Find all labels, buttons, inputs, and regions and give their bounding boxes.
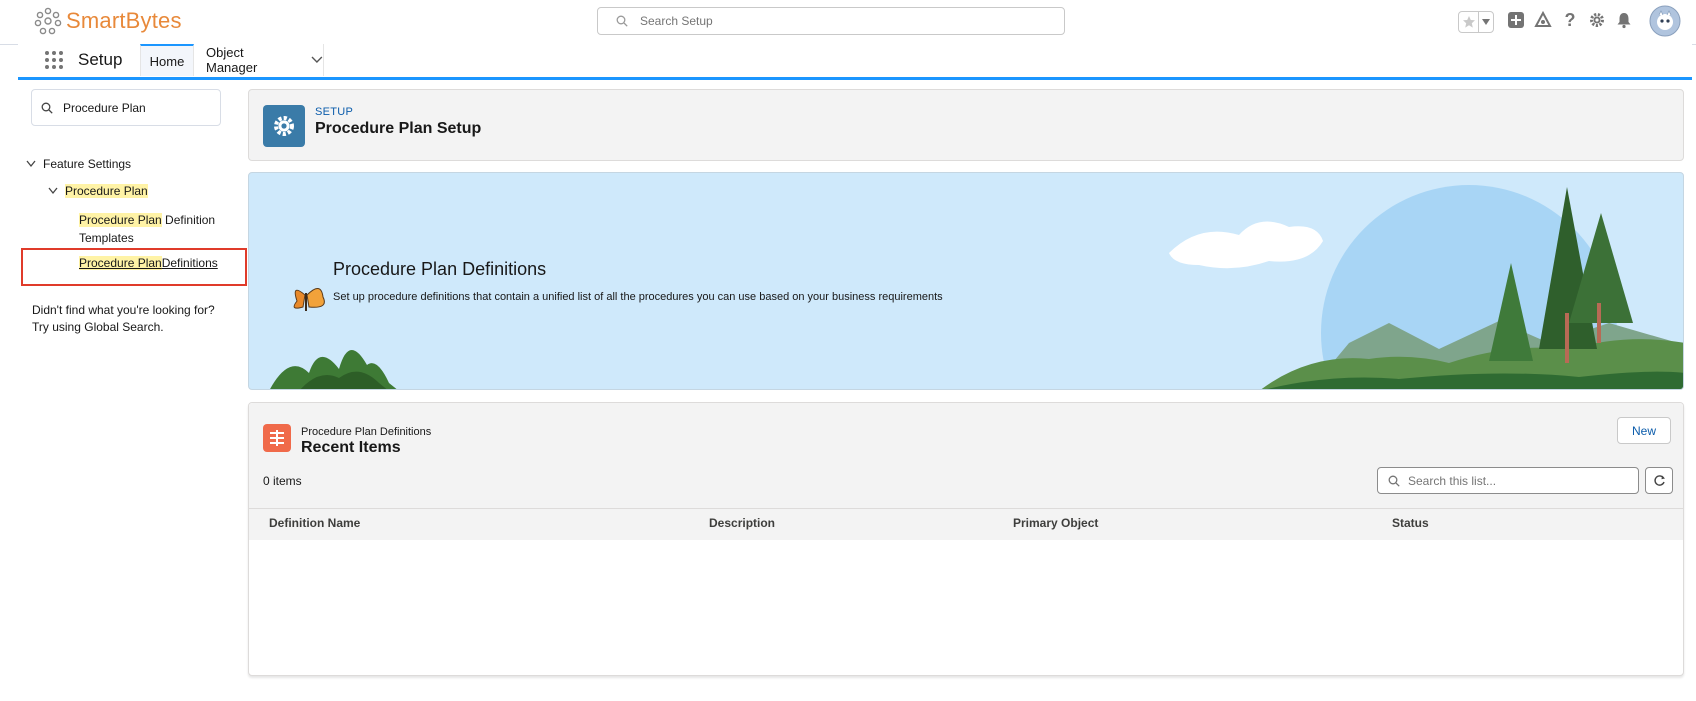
- refresh-button[interactable]: [1645, 467, 1673, 494]
- column-header-definition-name[interactable]: Definition Name: [269, 516, 360, 530]
- tree-label-procedure-plan: Procedure Plan: [65, 184, 148, 198]
- quick-find-input[interactable]: [61, 99, 215, 116]
- list-search-input[interactable]: [1406, 472, 1620, 489]
- list-title: Recent Items: [301, 439, 401, 456]
- chevron-down-icon[interactable]: [1478, 12, 1493, 32]
- selection-highlight-box: [21, 248, 247, 286]
- star-icon[interactable]: [1459, 12, 1478, 32]
- tab-object-manager-label: Object Manager: [206, 45, 258, 75]
- refresh-icon: [1653, 475, 1665, 486]
- hero-banner: Procedure Plan Definitions Set up proced…: [248, 172, 1684, 390]
- hero-description: Set up procedure definitions that contai…: [333, 291, 943, 303]
- tree-node-feature-settings[interactable]: Feature Settings: [26, 157, 131, 171]
- tab-home-label: Home: [149, 53, 185, 69]
- global-search-input[interactable]: [638, 13, 1042, 29]
- tab-object-manager[interactable]: Object Manager: [194, 44, 324, 76]
- list-search-box[interactable]: [1377, 467, 1639, 494]
- help-line-2: Try using Global Search.: [32, 320, 164, 334]
- logo[interactable]: SmartBytes: [34, 6, 182, 36]
- app-nav-bar: Setup Home Object Manager: [18, 44, 1692, 80]
- gear-icon: [263, 105, 305, 147]
- gear-icon[interactable]: [1587, 10, 1607, 30]
- add-icon[interactable]: [1506, 10, 1526, 30]
- table-header: Definition Name Description Primary Obje…: [249, 508, 1683, 536]
- global-search-box[interactable]: [597, 7, 1065, 35]
- search-icon: [616, 15, 628, 27]
- logo-text: SmartBytes: [66, 8, 182, 33]
- tree-item-procedure-plan-definition-templates[interactable]: Procedure Plan Definition Templates: [79, 211, 229, 247]
- list-header: Procedure Plan Definitions Recent Items …: [249, 403, 1683, 540]
- hero-title: Procedure Plan Definitions: [333, 259, 547, 279]
- procedure-plan-icon: [263, 424, 291, 452]
- app-name: Setup: [78, 50, 123, 69]
- column-header-primary-object[interactable]: Primary Object: [1013, 516, 1098, 530]
- help-line-1: Didn't find what you're looking for?: [32, 303, 215, 317]
- items-count: 0 items: [263, 474, 302, 488]
- trailhead-icon[interactable]: [1533, 10, 1553, 30]
- quick-find-box[interactable]: [31, 89, 221, 126]
- app-launcher-icon[interactable]: [44, 50, 64, 70]
- column-header-status[interactable]: Status: [1392, 516, 1429, 530]
- sidebar-help-text: Didn't find what you're looking for? Try…: [32, 302, 215, 336]
- page-kicker: SETUP: [315, 106, 354, 118]
- hero-illustration: [270, 185, 1683, 389]
- list-kicker: Procedure Plan Definitions: [301, 426, 432, 438]
- tree-item-text: Templates: [79, 231, 134, 245]
- search-icon: [1388, 475, 1400, 487]
- chevron-down-icon[interactable]: [26, 160, 36, 168]
- tree-item-text: Definition: [161, 213, 216, 227]
- highlight-text: Procedure Plan: [79, 213, 162, 227]
- page-header: SETUP Procedure Plan Setup: [248, 89, 1684, 161]
- favorites-control[interactable]: [1458, 11, 1494, 33]
- avatar[interactable]: [1648, 4, 1682, 38]
- new-button[interactable]: New: [1617, 417, 1671, 444]
- search-icon: [41, 102, 53, 114]
- chevron-down-icon[interactable]: [48, 187, 58, 195]
- recent-items-list: Procedure Plan Definitions Recent Items …: [248, 402, 1684, 676]
- tree-node-procedure-plan[interactable]: Procedure Plan: [48, 184, 148, 198]
- column-header-description[interactable]: Description: [709, 516, 775, 530]
- tab-home[interactable]: Home: [140, 44, 194, 76]
- chevron-down-icon[interactable]: [311, 56, 323, 64]
- bell-icon[interactable]: [1614, 10, 1634, 30]
- page-title: Procedure Plan Setup: [315, 120, 482, 137]
- logo-mark-icon: [34, 7, 62, 35]
- help-icon[interactable]: ?: [1560, 10, 1580, 30]
- tree-label-feature-settings: Feature Settings: [43, 157, 132, 171]
- global-header: SmartBytes ?: [0, 0, 1696, 45]
